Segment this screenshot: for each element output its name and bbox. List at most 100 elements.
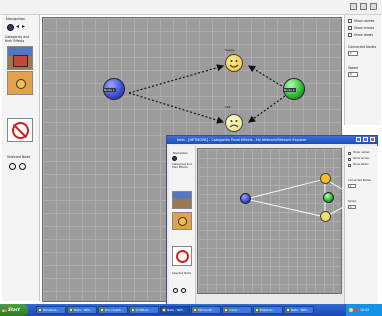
bottom-face-label: sad [225,105,231,109]
inner-right-panel: Show names Show arrows Show labels Conne… [344,146,378,304]
inner-face-thumbnail[interactable] [172,212,192,230]
selected-node-label: Selected Node [7,155,31,159]
maximize-button[interactable] [360,3,367,10]
categories-label: Categories and their Effects [5,35,30,43]
inner-sad-face-icon[interactable] [320,211,331,222]
inner-speed-spinner[interactable]: 5 [348,205,356,209]
inner-window: Nets - [NETWORK] - Categories Panel Effe… [166,135,378,305]
edge-center-to-bottom [128,92,225,124]
checkbox-show-names[interactable] [348,19,352,23]
speed-label: Speed [348,66,358,70]
navigation-label: Navigation [6,17,26,21]
inner-checkbox-show-labels[interactable] [348,164,351,167]
taskbar-app-icon [193,308,197,312]
taskbar-item-7[interactable]: Explorer... [253,306,283,314]
taskbar-item-2[interactable]: Document... [98,306,128,314]
inner-center-node[interactable] [240,193,251,204]
center-node-label: Node 1 [103,88,116,92]
inner-edge-layer [245,178,343,218]
inner-checkbox-label-2: Show labels [353,163,369,166]
house-icon [13,55,28,67]
sad-face-icon[interactable] [225,114,243,132]
taskbar-item-3[interactable]: Untitled... [129,306,159,314]
inner-ghost-thumbnail[interactable] [172,246,192,266]
edge-right-to-top [247,65,286,89]
start-button[interactable]: Start [0,304,28,316]
checkbox-show-arrows[interactable] [348,26,352,30]
taskbar-item-label: Inbox... [229,308,241,312]
node-count-spinner[interactable]: 1 [348,51,358,56]
inner-maximize-button[interactable] [363,137,368,142]
right-panel: Show names Show arrows Show labels Conne… [344,15,381,125]
face-thumbnail[interactable] [7,71,33,95]
house-thumbnail[interactable] [7,46,33,70]
taskbar-app-icon [131,308,135,312]
taskbar-item-label: Windows... [43,308,60,312]
start-label: Start [8,307,20,312]
checkbox-label-2: Show labels [354,33,373,37]
zoom-out-icon[interactable] [19,163,26,170]
tray-icon[interactable] [349,308,353,312]
speed-spinner[interactable]: 5 [348,72,358,77]
taskbar-item-label: Untitled... [136,308,151,312]
edge-right-to-bottom [248,95,286,123]
inner-minimize-button[interactable] [356,137,361,142]
globe-icon[interactable] [7,24,14,31]
inner-right-node[interactable] [323,192,334,203]
left-panel: Navigation ◂ ▸ Categories and their Effe… [2,15,40,301]
checkbox-show-labels[interactable] [348,33,352,37]
inner-zoom-in-icon[interactable] [173,288,178,293]
taskbar: Start Windows... Nets - NET... Document.… [0,304,382,316]
taskbar-app-icon [69,308,73,312]
taskbar-app-icon [162,308,166,312]
taskbar-item-8[interactable]: Nets - NET... [284,306,314,314]
taskbar-item-0[interactable]: Windows... [36,306,66,314]
inner-zoom-out-icon[interactable] [181,288,186,293]
sad-face-drawing [229,120,239,128]
back-arrow-icon[interactable]: ◂ [16,24,19,30]
system-tray: 10:43 [345,304,382,316]
inner-navigation-label: Navigation [173,151,189,155]
taskbar-clock: 10:43 [360,308,370,312]
inner-node-count-label: Connected Nodes [348,179,371,182]
inner-face-icon [178,217,187,226]
ghost-thumbnail[interactable] [7,118,33,142]
inner-house-thumbnail[interactable] [172,191,192,209]
inner-node-count-spinner[interactable]: 1 [348,184,356,188]
minimize-button[interactable] [350,3,357,10]
taskbar-item-4[interactable]: Nets - NET... [160,306,190,314]
taskbar-item-label: Nets - NET... [291,308,310,312]
face-icon [16,79,26,89]
right-node-label: Node 2 [283,88,296,92]
inner-checkbox-show-arrows[interactable] [348,158,351,161]
inner-globe-icon[interactable] [172,156,177,161]
inner-no-ghost-icon [176,250,189,263]
taskbar-app-icon [224,308,228,312]
forward-arrow-icon[interactable]: ▸ [22,24,25,30]
taskbar-app-icon [255,308,259,312]
inner-checkbox-show-names[interactable] [348,152,351,155]
close-button[interactable] [370,3,377,10]
top-face-label: happy [225,48,235,52]
edge-center-to-top [128,64,225,94]
taskbar-app-icon [286,308,290,312]
inner-speed-label: Speed [348,200,357,203]
inner-edge-center-to-top [245,178,326,200]
tray-icon[interactable] [354,308,358,312]
inner-checkbox-label-1: Show arrows [353,157,370,160]
zoom-in-icon[interactable] [9,163,16,170]
taskbar-item-5[interactable]: Microsoft... [191,306,221,314]
taskbar-item-label: Explorer... [260,308,276,312]
inner-categories-label: Categories and their Effects [172,163,192,169]
inner-selected-node-label: Selected Node [172,272,191,275]
node-count-label: Connected Nodes [348,45,377,49]
taskbar-item-label: Nets - NET... [167,308,186,312]
taskbar-item-6[interactable]: Inbox... [222,306,252,314]
inner-left-panel: Navigation Categories and their Effects … [169,146,196,304]
taskbar-item-label: Microsoft... [198,308,215,312]
taskbar-item-1[interactable]: Nets - NET... [67,306,97,314]
inner-smiley-face-icon[interactable] [320,173,331,184]
inner-close-button[interactable] [370,137,375,142]
smiley-face-icon[interactable] [225,54,243,72]
inner-network-canvas[interactable] [197,148,343,294]
